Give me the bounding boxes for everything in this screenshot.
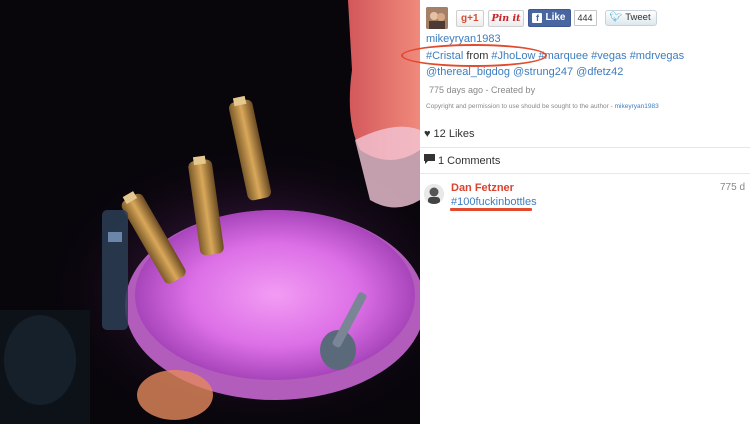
mention-link[interactable]: @thereal_bigdog <box>426 66 510 78</box>
annotation-underline <box>450 208 532 211</box>
pinterest-button[interactable]: Pin it <box>487 9 525 27</box>
comment-hashtag-link[interactable]: #100fuckinbottles <box>451 196 537 208</box>
hashtag-link[interactable]: #mdrvegas <box>630 50 684 62</box>
author-avatar-image <box>426 7 448 29</box>
post-details-panel: g+1 Pin it f Like 444 🐦︎ Tweet mikeyryan… <box>420 0 750 424</box>
commenter-name-link[interactable]: Dan Fetzner <box>451 182 514 194</box>
divider <box>420 147 750 148</box>
tweet-button[interactable]: 🐦︎ Tweet <box>604 10 657 26</box>
author-avatar[interactable] <box>426 7 448 29</box>
commenter-avatar[interactable] <box>424 184 444 204</box>
comments-count: 1 Comments <box>424 154 500 167</box>
divider <box>420 173 750 174</box>
mention-link[interactable]: @dfetz42 <box>576 66 623 78</box>
facebook-like-count: 444 <box>573 10 597 26</box>
google-plus-button[interactable]: g+1 <box>456 9 484 27</box>
facebook-like-button[interactable]: f Like <box>528 9 571 27</box>
caption-text: from <box>463 50 492 62</box>
twitter-bird-icon: 🐦︎ <box>609 12 623 23</box>
hashtag-link[interactable]: #vegas <box>591 50 626 62</box>
comments-label: 1 Comments <box>438 154 501 167</box>
hashtag-link[interactable]: #Cristal <box>426 50 463 62</box>
hashtag-link[interactable]: #JhoLow <box>491 50 535 62</box>
facebook-icon: f <box>532 13 543 23</box>
heart-icon: ♥ <box>424 128 431 140</box>
comment-bubble-icon <box>424 154 435 167</box>
post-caption: #Cristal from #JhoLow #marquee #vegas #m… <box>426 49 746 80</box>
hashtag-link[interactable]: #marquee <box>539 50 589 62</box>
copyright-author-link[interactable]: mikeyryan1983 <box>615 103 659 110</box>
facebook-like-label: Like <box>545 12 566 23</box>
post-photo[interactable] <box>0 0 420 424</box>
tweet-label: Tweet <box>625 12 651 23</box>
photo-image <box>0 0 420 424</box>
post-author-link[interactable]: mikeyryan1983 <box>426 33 501 45</box>
copyright-text: Copyright and permission to use should b… <box>426 103 613 110</box>
likes-count[interactable]: ♥ 12 Likes <box>424 128 475 140</box>
copyright-notice: Copyright and permission to use should b… <box>426 103 659 110</box>
mention-link[interactable]: @strung247 <box>513 66 573 78</box>
share-bar: g+1 Pin it f Like 444 🐦︎ Tweet <box>426 6 657 30</box>
comment-time: 775 d <box>720 182 746 193</box>
comment-item: Dan Fetzner 775 d #100fuckinbottles <box>424 182 750 222</box>
post-meta: 775 days ago - Created by <box>429 85 536 95</box>
likes-label: 12 Likes <box>433 128 475 140</box>
